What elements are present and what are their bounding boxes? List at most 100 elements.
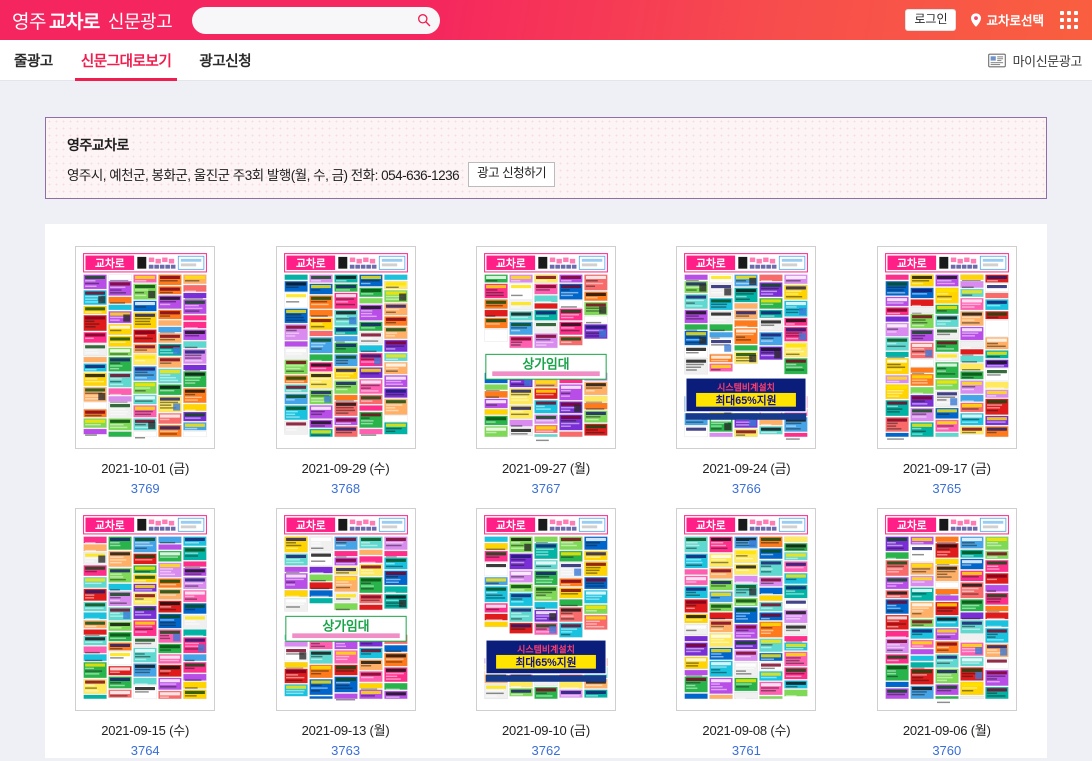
svg-text:최대65%지원: 최대65%지원	[716, 393, 777, 407]
newspaper-date: 2021-09-08 (수)	[702, 723, 791, 738]
request-ad-button[interactable]: 광고 신청하기	[468, 162, 556, 187]
page-body: 영주교차로 영주시, 예천군, 봉화군, 울진군 주3회 발행(월, 수, 금)…	[0, 81, 1092, 761]
newspaper-page-image: 교차로상가임대	[281, 513, 410, 704]
newspaper-date: 2021-09-24 (금)	[702, 461, 791, 476]
location-select-label: 교차로선택	[986, 14, 1044, 29]
newspaper-item[interactable]: 교차로상가임대 2021-09-13 (월) 3763	[245, 508, 445, 758]
grid-dot	[1067, 17, 1071, 22]
newspaper-thumbnail[interactable]: 교차로	[876, 508, 1017, 711]
newspaper-list-card: 교차로 2021-10-01 (금) 3769 교차로 2021-09-29 (수) 37…	[45, 224, 1047, 758]
logo-subtitle: 신문광고	[107, 11, 173, 32]
tab-ad-request[interactable]: 광고신청	[185, 40, 265, 80]
newspaper-page-image: 교차로	[882, 251, 1011, 442]
svg-text:교차로: 교차로	[496, 256, 526, 270]
newspaper-issue-number[interactable]: 3760	[932, 743, 961, 758]
newspaper-page-image: 교차로상가임대	[481, 251, 610, 442]
svg-text:교차로: 교차로	[95, 256, 125, 270]
newspaper-date: 2021-09-15 (수)	[101, 723, 190, 738]
newspaper-date: 2021-09-29 (수)	[301, 461, 390, 476]
newspaper-issue-number[interactable]: 3764	[131, 743, 160, 758]
newspaper-issue-number[interactable]: 3769	[131, 481, 160, 496]
newspaper-thumbnail[interactable]: 교차로	[676, 508, 817, 711]
grid-dot	[1060, 10, 1064, 15]
newspaper-date: 2021-10-01 (금)	[101, 461, 190, 476]
newspaper-thumbnail[interactable]: 교차로	[876, 246, 1017, 449]
publication-info-banner: 영주교차로 영주시, 예천군, 봉화군, 울진군 주3회 발행(월, 수, 금)…	[45, 117, 1047, 199]
newspaper-issue-number[interactable]: 3768	[331, 481, 360, 496]
header-actions: 로그인 교차로선택	[905, 8, 1082, 32]
newspaper-page-image: 교차로	[81, 513, 210, 704]
tab-newspaper-view[interactable]: 신문그대로보기	[67, 40, 186, 81]
newspaper-thumbnail[interactable]: 교차로	[75, 246, 216, 449]
search-input[interactable]	[192, 6, 441, 34]
location-select[interactable]: 교차로선택	[970, 10, 1044, 29]
newspaper-item[interactable]: 교차로 2021-09-06 (월) 3760	[847, 508, 1047, 758]
search-box[interactable]	[192, 6, 441, 34]
newspaper-page-image: 교차로	[882, 513, 1011, 704]
newspaper-thumbnail[interactable]: 교차로	[75, 508, 216, 711]
site-header: 영주 교차로 신문광고 로그인 교차로선택	[0, 0, 1092, 40]
newspaper-item[interactable]: 교차로 2021-10-01 (금) 3769	[45, 246, 245, 496]
newspaper-item[interactable]: 교차로 시스템비계설치 최대65%지원 2021-09-10 (금) 3762	[446, 508, 646, 758]
logo-main: 교차로	[48, 11, 100, 33]
newspaper-item[interactable]: 교차로 2021-09-08 (수) 3761	[646, 508, 846, 758]
newspaper-thumbnail[interactable]: 교차로상가임대	[275, 508, 416, 711]
svg-text:최대65%지원: 최대65%지원	[515, 655, 576, 669]
newspaper-issue-number[interactable]: 3761	[732, 743, 761, 758]
newspaper-thumbnail[interactable]: 교차로상가임대	[475, 246, 616, 449]
newspaper-grid: 교차로 2021-10-01 (금) 3769 교차로 2021-09-29 (수) 37…	[45, 246, 1047, 758]
newspaper-issue-number[interactable]: 3762	[532, 743, 561, 758]
newspaper-date: 2021-09-13 (월)	[301, 723, 390, 738]
newspaper-icon	[987, 53, 1006, 67]
svg-text:시스템비계설치: 시스템비계설치	[517, 643, 575, 654]
newspaper-page-image: 교차로	[682, 513, 811, 704]
svg-text:시스템비계설치: 시스템비계설치	[718, 381, 776, 392]
tab-label: 줄광고	[14, 53, 53, 70]
newspaper-page-image: 교차로	[81, 251, 210, 442]
newspaper-item[interactable]: 교차로시스템비계설치 최대65%지원 2021-09-24 (금) 3766	[646, 246, 846, 496]
my-newspaper-ads-link[interactable]: 마이신문광고	[987, 40, 1083, 80]
grid-dot	[1067, 10, 1071, 15]
newspaper-item[interactable]: 교차로 상가임대 2021-09-27 (월) 3767	[446, 246, 646, 496]
newspaper-issue-number[interactable]: 3767	[532, 481, 561, 496]
newspaper-issue-number[interactable]: 3763	[331, 743, 360, 758]
tab-line-ads[interactable]: 줄광고	[0, 40, 67, 80]
my-newspaper-ads-label: 마이신문광고	[1012, 53, 1083, 69]
newspaper-date: 2021-09-10 (금)	[502, 723, 590, 738]
newspaper-item[interactable]: 교차로 2021-09-17 (금) 3765	[847, 246, 1047, 496]
grid-dot	[1074, 17, 1078, 22]
map-pin-icon	[971, 13, 982, 27]
banner-description: 영주시, 예천군, 봉화군, 울진군 주3회 발행(월, 수, 금) 전화: 0…	[67, 168, 460, 184]
svg-text:상가임대: 상가임대	[322, 619, 369, 634]
tab-label: 광고신청	[199, 53, 252, 70]
svg-text:교차로: 교차로	[296, 256, 326, 270]
banner-title: 영주교차로	[67, 137, 129, 153]
grid-dot	[1060, 17, 1064, 22]
newspaper-date: 2021-09-17 (금)	[902, 461, 991, 476]
newspaper-page-image: 교차로시스템비계설치최대65%지원	[481, 513, 610, 704]
newspaper-item[interactable]: 교차로 2021-09-29 (수) 3768	[245, 246, 445, 496]
banner-detail-row: 영주시, 예천군, 봉화군, 울진군 주3회 발행(월, 수, 금) 전화: 0…	[67, 162, 1046, 187]
logo-city: 영주	[12, 11, 46, 33]
login-button[interactable]: 로그인	[905, 8, 957, 32]
grid-dots-icon[interactable]	[1060, 10, 1078, 29]
newspaper-issue-number[interactable]: 3765	[932, 481, 961, 496]
banner-content: 영주교차로 영주시, 예천군, 봉화군, 울진군 주3회 발행(월, 수, 금)…	[46, 118, 1046, 187]
svg-text:상가임대: 상가임대	[522, 357, 569, 372]
newspaper-thumbnail[interactable]: 교차로시스템비계설치 최대65%지원	[676, 246, 817, 449]
svg-text:교차로: 교차로	[296, 518, 326, 532]
main-navigation: 줄광고 신문그대로보기 광고신청 마이신문광고	[0, 40, 1092, 81]
newspaper-thumbnail[interactable]: 교차로	[275, 246, 416, 449]
svg-text:교차로: 교차로	[696, 256, 726, 270]
svg-text:교차로: 교차로	[696, 518, 726, 532]
newspaper-thumbnail[interactable]: 교차로 시스템비계설치 최대65%지원	[475, 508, 616, 711]
grid-dot	[1067, 24, 1071, 29]
grid-dot	[1074, 10, 1078, 15]
newspaper-date: 2021-09-06 (월)	[902, 723, 991, 738]
newspaper-item[interactable]: 교차로 2021-09-15 (수) 3764	[45, 508, 245, 758]
svg-text:교차로: 교차로	[897, 518, 927, 532]
site-logo[interactable]: 영주 교차로 신문광고	[12, 7, 173, 34]
grid-dot	[1060, 24, 1064, 29]
newspaper-issue-number[interactable]: 3766	[732, 481, 761, 496]
newspaper-page-image: 교차로시스템비계설치최대65%지원	[682, 251, 811, 442]
